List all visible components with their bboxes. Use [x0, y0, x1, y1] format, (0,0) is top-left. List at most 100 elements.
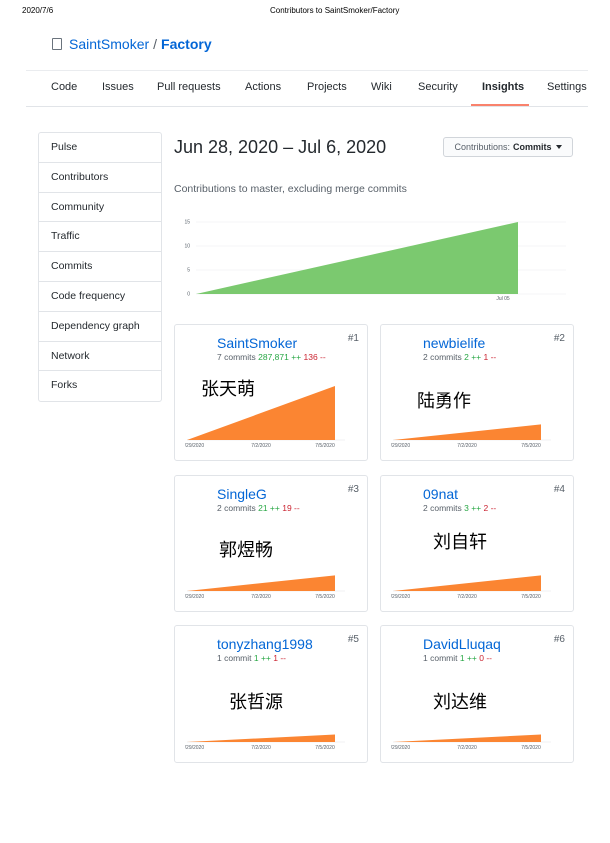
additions-count: 3 ++ [464, 503, 482, 513]
contributions-prefix: Contributions: [454, 142, 510, 152]
commit-count: 2 commits [217, 503, 256, 513]
additions-count: 21 ++ [258, 503, 280, 513]
active-tab-indicator [471, 104, 529, 106]
contributor-commits-chart: 6/29/2020 7/2/2020 7/5/2020 [391, 575, 551, 599]
contributor-name-link[interactable]: SingleG [217, 486, 267, 502]
contributor-area [393, 575, 541, 591]
sidebar-item-community[interactable]: Community [39, 193, 161, 223]
x-tick-label: 6/29/2020 [391, 594, 410, 599]
contributor-name-link[interactable]: DavidLluqaq [423, 636, 501, 652]
caret-down-icon [555, 145, 562, 149]
contributor-name-link[interactable]: SaintSmoker [217, 335, 297, 351]
commit-count: 2 commits [423, 352, 462, 362]
commit-count: 7 commits [217, 352, 256, 362]
sidebar-item-forks[interactable]: Forks [39, 371, 161, 401]
x-tick-label: 6/29/2020 [185, 745, 204, 750]
chart-subtitle: Contributions to master, excluding merge… [174, 183, 407, 195]
contributor-area [187, 734, 335, 742]
x-tick-label: 6/29/2020 [391, 745, 410, 750]
print-date: 2020/7/6 [22, 6, 54, 15]
sidebar-item-pulse[interactable]: Pulse [39, 133, 161, 163]
sidebar-item-network[interactable]: Network [39, 342, 161, 372]
x-tick-label: 7/5/2020 [315, 594, 335, 599]
print-title: Contributors to SaintSmoker/Factory [270, 6, 400, 15]
contributor-rank: #4 [553, 484, 565, 495]
x-tick-label: 7/5/2020 [521, 745, 541, 750]
contributor-name-link[interactable]: newbielife [423, 335, 485, 351]
deletions-count: 1 -- [273, 653, 287, 663]
tab-issues[interactable]: Issues [102, 81, 134, 93]
additions-count: 1 ++ [459, 653, 477, 663]
contributor-area [393, 424, 541, 440]
contributor-commits-chart: 6/29/2020 7/2/2020 7/5/2020 [185, 575, 345, 599]
x-tick-label: 6/29/2020 [391, 443, 410, 448]
deletions-count: 19 -- [282, 503, 300, 513]
repo-name-link[interactable]: Factory [161, 36, 212, 52]
contributor-rank: #5 [347, 634, 359, 645]
contributor-card: 09nat#42 commits 3 ++ 2 --刘自轩6/29/20207/… [380, 475, 574, 612]
x-tick-label: 7/5/2020 [521, 443, 541, 448]
commit-count: 1 commit [217, 653, 252, 663]
commit-count: 2 commits [423, 503, 462, 513]
x-tick-label: 7/2/2020 [457, 443, 477, 448]
contributor-stats: 1 commit 1 ++ 0 -- [423, 653, 492, 663]
deletions-count: 0 -- [479, 653, 493, 663]
additions-count: 287,871 ++ [258, 352, 302, 362]
tab-insights[interactable]: Insights [482, 81, 524, 93]
y-tick-label: 0 [187, 292, 190, 298]
contributor-rank: #2 [553, 333, 565, 344]
contributor-rank: #1 [347, 333, 359, 344]
contributor-name-link[interactable]: 09nat [423, 486, 458, 502]
y-tick-label: 10 [184, 244, 190, 250]
tabs-bottom-border [26, 106, 588, 107]
y-tick-label: 5 [187, 268, 190, 274]
sidebar-item-dependency-graph[interactable]: Dependency graph [39, 312, 161, 342]
repo-breadcrumb: SaintSmoker / Factory [52, 36, 212, 52]
contributor-card: SaintSmoker #1 7 commits 287,871 ++ 136 --… [174, 324, 368, 461]
tab-settings[interactable]: Settings [547, 81, 587, 93]
contributor-name-link[interactable]: tonyzhang1998 [217, 636, 313, 652]
contributor-card: SingleG#32 commits 21 ++ 19 --郭煜畅6/29/20… [174, 475, 368, 612]
tab-pull-requests[interactable]: Pull requests [157, 81, 221, 93]
x-tick-label: 7/2/2020 [251, 745, 271, 750]
x-tick-label: 7/5/2020 [315, 443, 335, 448]
contributor-stats: 1 commit 1 ++ 1 -- [217, 653, 286, 663]
deletions-count: 2 -- [483, 503, 497, 513]
contributor-stats: 7 commits 287,871 ++ 136 -- [217, 352, 326, 362]
sidebar-item-traffic[interactable]: Traffic [39, 222, 161, 253]
tab-actions[interactable]: Actions [245, 81, 281, 93]
tab-code[interactable]: Code [51, 81, 77, 93]
contributor-commits-chart: 6/29/2020 7/2/2020 7/5/2020 [391, 734, 551, 750]
contributor-commits-chart: 6/29/2020 7/2/2020 7/5/2020 [185, 386, 345, 448]
tab-security[interactable]: Security [418, 81, 458, 93]
commits-area [196, 222, 518, 294]
deletions-count: 136 -- [303, 352, 326, 362]
tab-wiki[interactable]: Wiki [371, 81, 392, 93]
x-tick-label: Jul 05 [496, 296, 510, 302]
insights-sidebar: Pulse Contributors Community Traffic Com… [38, 132, 162, 403]
x-tick-label: 7/2/2020 [251, 594, 271, 599]
contributor-rank: #3 [347, 484, 359, 495]
contributor-stats: 2 commits 2 ++ 1 -- [423, 352, 496, 362]
contributions-type-dropdown[interactable]: Contributions: Commits [443, 137, 573, 157]
contributor-card: DavidLluqaq#61 commit 1 ++ 0 --刘达维6/29/2… [380, 625, 574, 763]
x-tick-label: 7/2/2020 [457, 745, 477, 750]
contributor-area [187, 575, 335, 591]
repo-icon [52, 38, 62, 50]
x-tick-label: 7/5/2020 [521, 594, 541, 599]
repo-owner-link[interactable]: SaintSmoker [69, 36, 149, 52]
repo-separator: / [153, 36, 158, 52]
sidebar-item-contributors[interactable]: Contributors [39, 163, 161, 193]
tab-projects[interactable]: Projects [307, 81, 347, 93]
commit-count: 1 commit [423, 653, 458, 663]
sidebar-item-commits[interactable]: Commits [39, 252, 161, 282]
sidebar-item-code-frequency[interactable]: Code frequency [39, 282, 161, 312]
additions-count: 2 ++ [464, 352, 482, 362]
x-tick-label: 6/29/2020 [185, 443, 204, 448]
tabs-top-border [26, 70, 588, 71]
commits-area-chart: 15 10 5 0 Jul 05 [184, 220, 566, 302]
contributor-card: tonyzhang1998#51 commit 1 ++ 1 --张哲源6/29… [174, 625, 368, 763]
x-tick-label: 7/5/2020 [315, 745, 335, 750]
x-tick-label: 7/2/2020 [457, 594, 477, 599]
contributor-stats: 2 commits 21 ++ 19 -- [217, 503, 300, 513]
